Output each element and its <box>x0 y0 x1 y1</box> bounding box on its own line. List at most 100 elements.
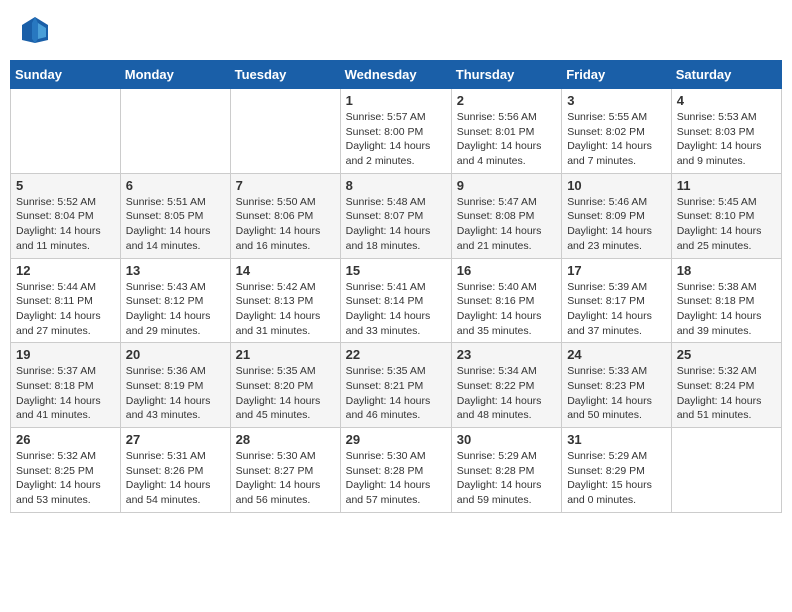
day-info: Sunrise: 5:42 AMSunset: 8:13 PMDaylight:… <box>236 280 335 339</box>
day-info: Sunrise: 5:44 AMSunset: 8:11 PMDaylight:… <box>16 280 115 339</box>
calendar-cell: 6 Sunrise: 5:51 AMSunset: 8:05 PMDaylight… <box>120 173 230 258</box>
day-number: 12 <box>16 263 115 278</box>
day-info: Sunrise: 5:48 AMSunset: 8:07 PMDaylight:… <box>346 195 446 254</box>
column-header-tuesday: Tuesday <box>230 61 340 89</box>
column-header-friday: Friday <box>562 61 672 89</box>
calendar-cell: 26 Sunrise: 5:32 AMSunset: 8:25 PMDayligh… <box>11 428 121 513</box>
day-info: Sunrise: 5:46 AMSunset: 8:09 PMDaylight:… <box>567 195 666 254</box>
calendar-week-row: 19 Sunrise: 5:37 AMSunset: 8:18 PMDayligh… <box>11 343 782 428</box>
day-number: 3 <box>567 93 666 108</box>
day-number: 1 <box>346 93 446 108</box>
day-number: 19 <box>16 347 115 362</box>
calendar-cell: 25 Sunrise: 5:32 AMSunset: 8:24 PMDayligh… <box>671 343 781 428</box>
calendar-cell: 18Sunrise: 5:38 AMSunset: 8:18 PMDayligh… <box>671 258 781 343</box>
calendar-cell <box>230 89 340 174</box>
day-number: 23 <box>457 347 556 362</box>
day-number: 16 <box>457 263 556 278</box>
calendar-header-row: SundayMondayTuesdayWednesdayThursdayFrid… <box>11 61 782 89</box>
day-info: Sunrise: 5:29 AMSunset: 8:28 PMDaylight:… <box>457 449 556 508</box>
day-number: 4 <box>677 93 776 108</box>
day-number: 11 <box>677 178 776 193</box>
day-number: 31 <box>567 432 666 447</box>
day-number: 21 <box>236 347 335 362</box>
day-info: Sunrise: 5:50 AMSunset: 8:06 PMDaylight:… <box>236 195 335 254</box>
calendar-cell: 20 Sunrise: 5:36 AMSunset: 8:19 PMDayligh… <box>120 343 230 428</box>
calendar-cell: 22 Sunrise: 5:35 AMSunset: 8:21 PMDayligh… <box>340 343 451 428</box>
day-number: 30 <box>457 432 556 447</box>
calendar-cell: 9Sunrise: 5:47 AMSunset: 8:08 PMDaylight… <box>451 173 561 258</box>
day-info: Sunrise: 5:30 AMSunset: 8:27 PMDaylight:… <box>236 449 335 508</box>
day-number: 15 <box>346 263 446 278</box>
day-info: Sunrise: 5:35 AMSunset: 8:20 PMDaylight:… <box>236 364 335 423</box>
calendar-cell: 15 Sunrise: 5:41 AMSunset: 8:14 PMDayligh… <box>340 258 451 343</box>
day-info: Sunrise: 5:43 AMSunset: 8:12 PMDaylight:… <box>126 280 225 339</box>
calendar-week-row: 12 Sunrise: 5:44 AMSunset: 8:11 PMDayligh… <box>11 258 782 343</box>
day-number: 18 <box>677 263 776 278</box>
day-info: Sunrise: 5:41 AMSunset: 8:14 PMDaylight:… <box>346 280 446 339</box>
day-number: 20 <box>126 347 225 362</box>
day-info: Sunrise: 5:52 AMSunset: 8:04 PMDaylight:… <box>16 195 115 254</box>
calendar-week-row: 5 Sunrise: 5:52 AMSunset: 8:04 PMDaylight… <box>11 173 782 258</box>
calendar-cell: 1 Sunrise: 5:57 AMSunset: 8:00 PMDaylight… <box>340 89 451 174</box>
day-info: Sunrise: 5:32 AMSunset: 8:25 PMDaylight:… <box>16 449 115 508</box>
day-info: Sunrise: 5:33 AMSunset: 8:23 PMDaylight:… <box>567 364 666 423</box>
day-number: 7 <box>236 178 335 193</box>
day-info: Sunrise: 5:31 AMSunset: 8:26 PMDaylight:… <box>126 449 225 508</box>
day-number: 22 <box>346 347 446 362</box>
day-number: 25 <box>677 347 776 362</box>
calendar-week-row: 26 Sunrise: 5:32 AMSunset: 8:25 PMDayligh… <box>11 428 782 513</box>
day-number: 6 <box>126 178 225 193</box>
calendar-cell: 13Sunrise: 5:43 AMSunset: 8:12 PMDayligh… <box>120 258 230 343</box>
calendar-cell: 8 Sunrise: 5:48 AMSunset: 8:07 PMDaylight… <box>340 173 451 258</box>
calendar-cell: 14 Sunrise: 5:42 AMSunset: 8:13 PMDayligh… <box>230 258 340 343</box>
page-header <box>10 10 782 50</box>
calendar-cell: 11 Sunrise: 5:45 AMSunset: 8:10 PMDayligh… <box>671 173 781 258</box>
day-number: 14 <box>236 263 335 278</box>
calendar-cell: 10 Sunrise: 5:46 AMSunset: 8:09 PMDayligh… <box>562 173 672 258</box>
calendar-cell <box>120 89 230 174</box>
day-info: Sunrise: 5:36 AMSunset: 8:19 PMDaylight:… <box>126 364 225 423</box>
column-header-wednesday: Wednesday <box>340 61 451 89</box>
logo <box>20 15 52 45</box>
calendar-cell: 21 Sunrise: 5:35 AMSunset: 8:20 PMDayligh… <box>230 343 340 428</box>
calendar-cell: 2Sunrise: 5:56 AMSunset: 8:01 PMDaylight… <box>451 89 561 174</box>
day-info: Sunrise: 5:45 AMSunset: 8:10 PMDaylight:… <box>677 195 776 254</box>
calendar-week-row: 1 Sunrise: 5:57 AMSunset: 8:00 PMDaylight… <box>11 89 782 174</box>
calendar-cell: 7 Sunrise: 5:50 AMSunset: 8:06 PMDaylight… <box>230 173 340 258</box>
day-number: 24 <box>567 347 666 362</box>
day-number: 29 <box>346 432 446 447</box>
column-header-thursday: Thursday <box>451 61 561 89</box>
day-info: Sunrise: 5:56 AMSunset: 8:01 PMDaylight:… <box>457 110 556 169</box>
calendar-cell: 29 Sunrise: 5:30 AMSunset: 8:28 PMDayligh… <box>340 428 451 513</box>
day-info: Sunrise: 5:57 AMSunset: 8:00 PMDaylight:… <box>346 110 446 169</box>
day-number: 8 <box>346 178 446 193</box>
day-info: Sunrise: 5:35 AMSunset: 8:21 PMDaylight:… <box>346 364 446 423</box>
calendar-cell: 3 Sunrise: 5:55 AMSunset: 8:02 PMDaylight… <box>562 89 672 174</box>
day-info: Sunrise: 5:39 AMSunset: 8:17 PMDaylight:… <box>567 280 666 339</box>
day-number: 9 <box>457 178 556 193</box>
day-number: 5 <box>16 178 115 193</box>
day-info: Sunrise: 5:34 AMSunset: 8:22 PMDaylight:… <box>457 364 556 423</box>
day-info: Sunrise: 5:55 AMSunset: 8:02 PMDaylight:… <box>567 110 666 169</box>
calendar-table: SundayMondayTuesdayWednesdayThursdayFrid… <box>10 60 782 513</box>
column-header-saturday: Saturday <box>671 61 781 89</box>
day-number: 17 <box>567 263 666 278</box>
calendar-cell: 27Sunrise: 5:31 AMSunset: 8:26 PMDayligh… <box>120 428 230 513</box>
column-header-monday: Monday <box>120 61 230 89</box>
day-info: Sunrise: 5:30 AMSunset: 8:28 PMDaylight:… <box>346 449 446 508</box>
logo-icon <box>20 15 50 45</box>
day-info: Sunrise: 5:37 AMSunset: 8:18 PMDaylight:… <box>16 364 115 423</box>
calendar-cell: 30 Sunrise: 5:29 AMSunset: 8:28 PMDayligh… <box>451 428 561 513</box>
calendar-cell <box>11 89 121 174</box>
calendar-cell: 31Sunrise: 5:29 AMSunset: 8:29 PMDayligh… <box>562 428 672 513</box>
calendar-cell: 19 Sunrise: 5:37 AMSunset: 8:18 PMDayligh… <box>11 343 121 428</box>
day-info: Sunrise: 5:53 AMSunset: 8:03 PMDaylight:… <box>677 110 776 169</box>
day-number: 10 <box>567 178 666 193</box>
calendar-cell <box>671 428 781 513</box>
day-info: Sunrise: 5:51 AMSunset: 8:05 PMDaylight:… <box>126 195 225 254</box>
calendar-cell: 12 Sunrise: 5:44 AMSunset: 8:11 PMDayligh… <box>11 258 121 343</box>
calendar-cell: 24 Sunrise: 5:33 AMSunset: 8:23 PMDayligh… <box>562 343 672 428</box>
calendar-cell: 16Sunrise: 5:40 AMSunset: 8:16 PMDayligh… <box>451 258 561 343</box>
day-info: Sunrise: 5:32 AMSunset: 8:24 PMDaylight:… <box>677 364 776 423</box>
day-number: 26 <box>16 432 115 447</box>
